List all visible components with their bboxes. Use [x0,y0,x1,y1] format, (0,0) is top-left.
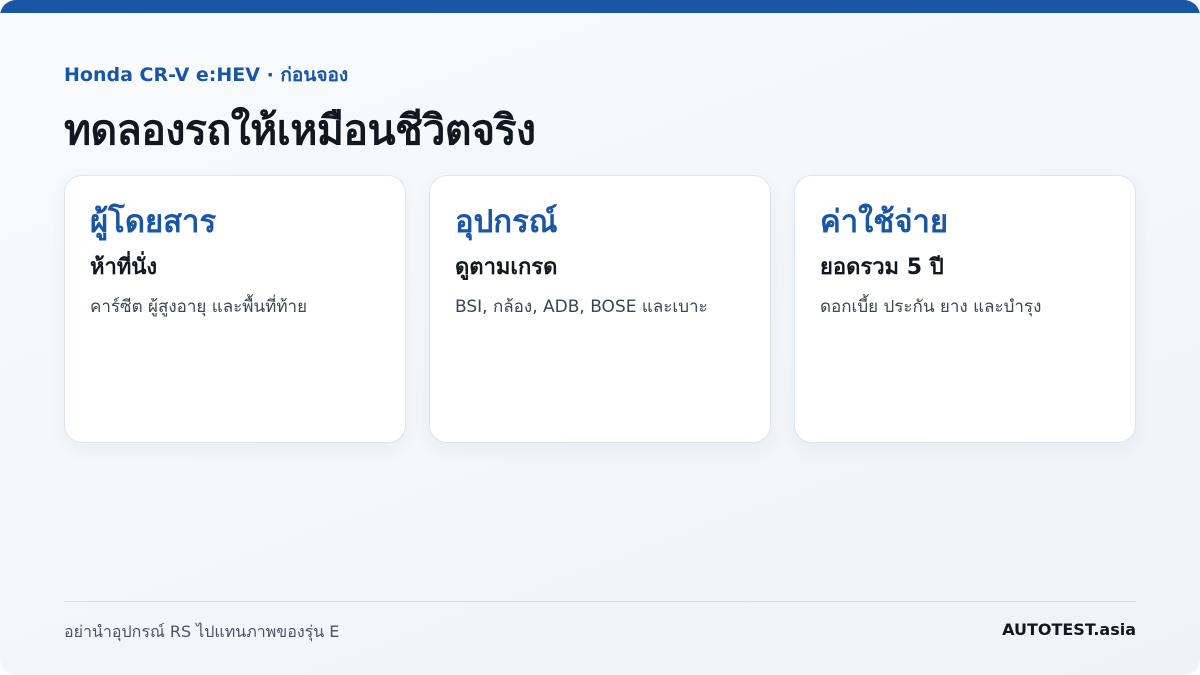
card-subtitle: ดูตามเกรด [455,255,558,280]
card-subtitle: ยอดรวม 5 ปี [820,255,944,280]
card-passengers: ผู้โดยสาร ห้าที่นั่ง คาร์ซีต ผู้สูงอายุ … [64,175,406,443]
top-accent-bar [0,0,1200,13]
brand-logo-text: AUTOTEST.asia [1002,620,1136,639]
card-costs: ค่าใช้จ่าย ยอดรวม 5 ปี ดอกเบี้ย ประกัน ย… [794,175,1136,443]
footer-note: อย่านำอุปกรณ์ RS ไปแทนภาพของรุ่น E [64,622,340,641]
card-description: ดอกเบี้ย ประกัน ยาง และบำรุง [820,297,1042,317]
slide-frame: Honda CR-V e:HEV · ก่อนจอง ทดลองรถให้เหม… [0,0,1200,675]
card-title: ค่าใช้จ่าย [820,204,949,240]
card-description: คาร์ซีต ผู้สูงอายุ และพื้นที่ท้าย [90,297,308,317]
card-title: อุปกรณ์ [455,204,558,240]
card-subtitle: ห้าที่นั่ง [90,255,158,280]
card-description: BSI, กล้อง, ADB, BOSE และเบาะ [455,297,708,317]
eyebrow-label: Honda CR-V e:HEV · ก่อนจอง [64,64,349,86]
card-equipment: อุปกรณ์ ดูตามเกรด BSI, กล้อง, ADB, BOSE … [429,175,771,443]
card-title: ผู้โดยสาร [90,204,217,240]
page-title: ทดลองรถให้เหมือนชีวิตจริง [64,106,536,154]
footer-divider [64,601,1136,602]
card-row: ผู้โดยสาร ห้าที่นั่ง คาร์ซีต ผู้สูงอายุ … [64,175,1136,445]
